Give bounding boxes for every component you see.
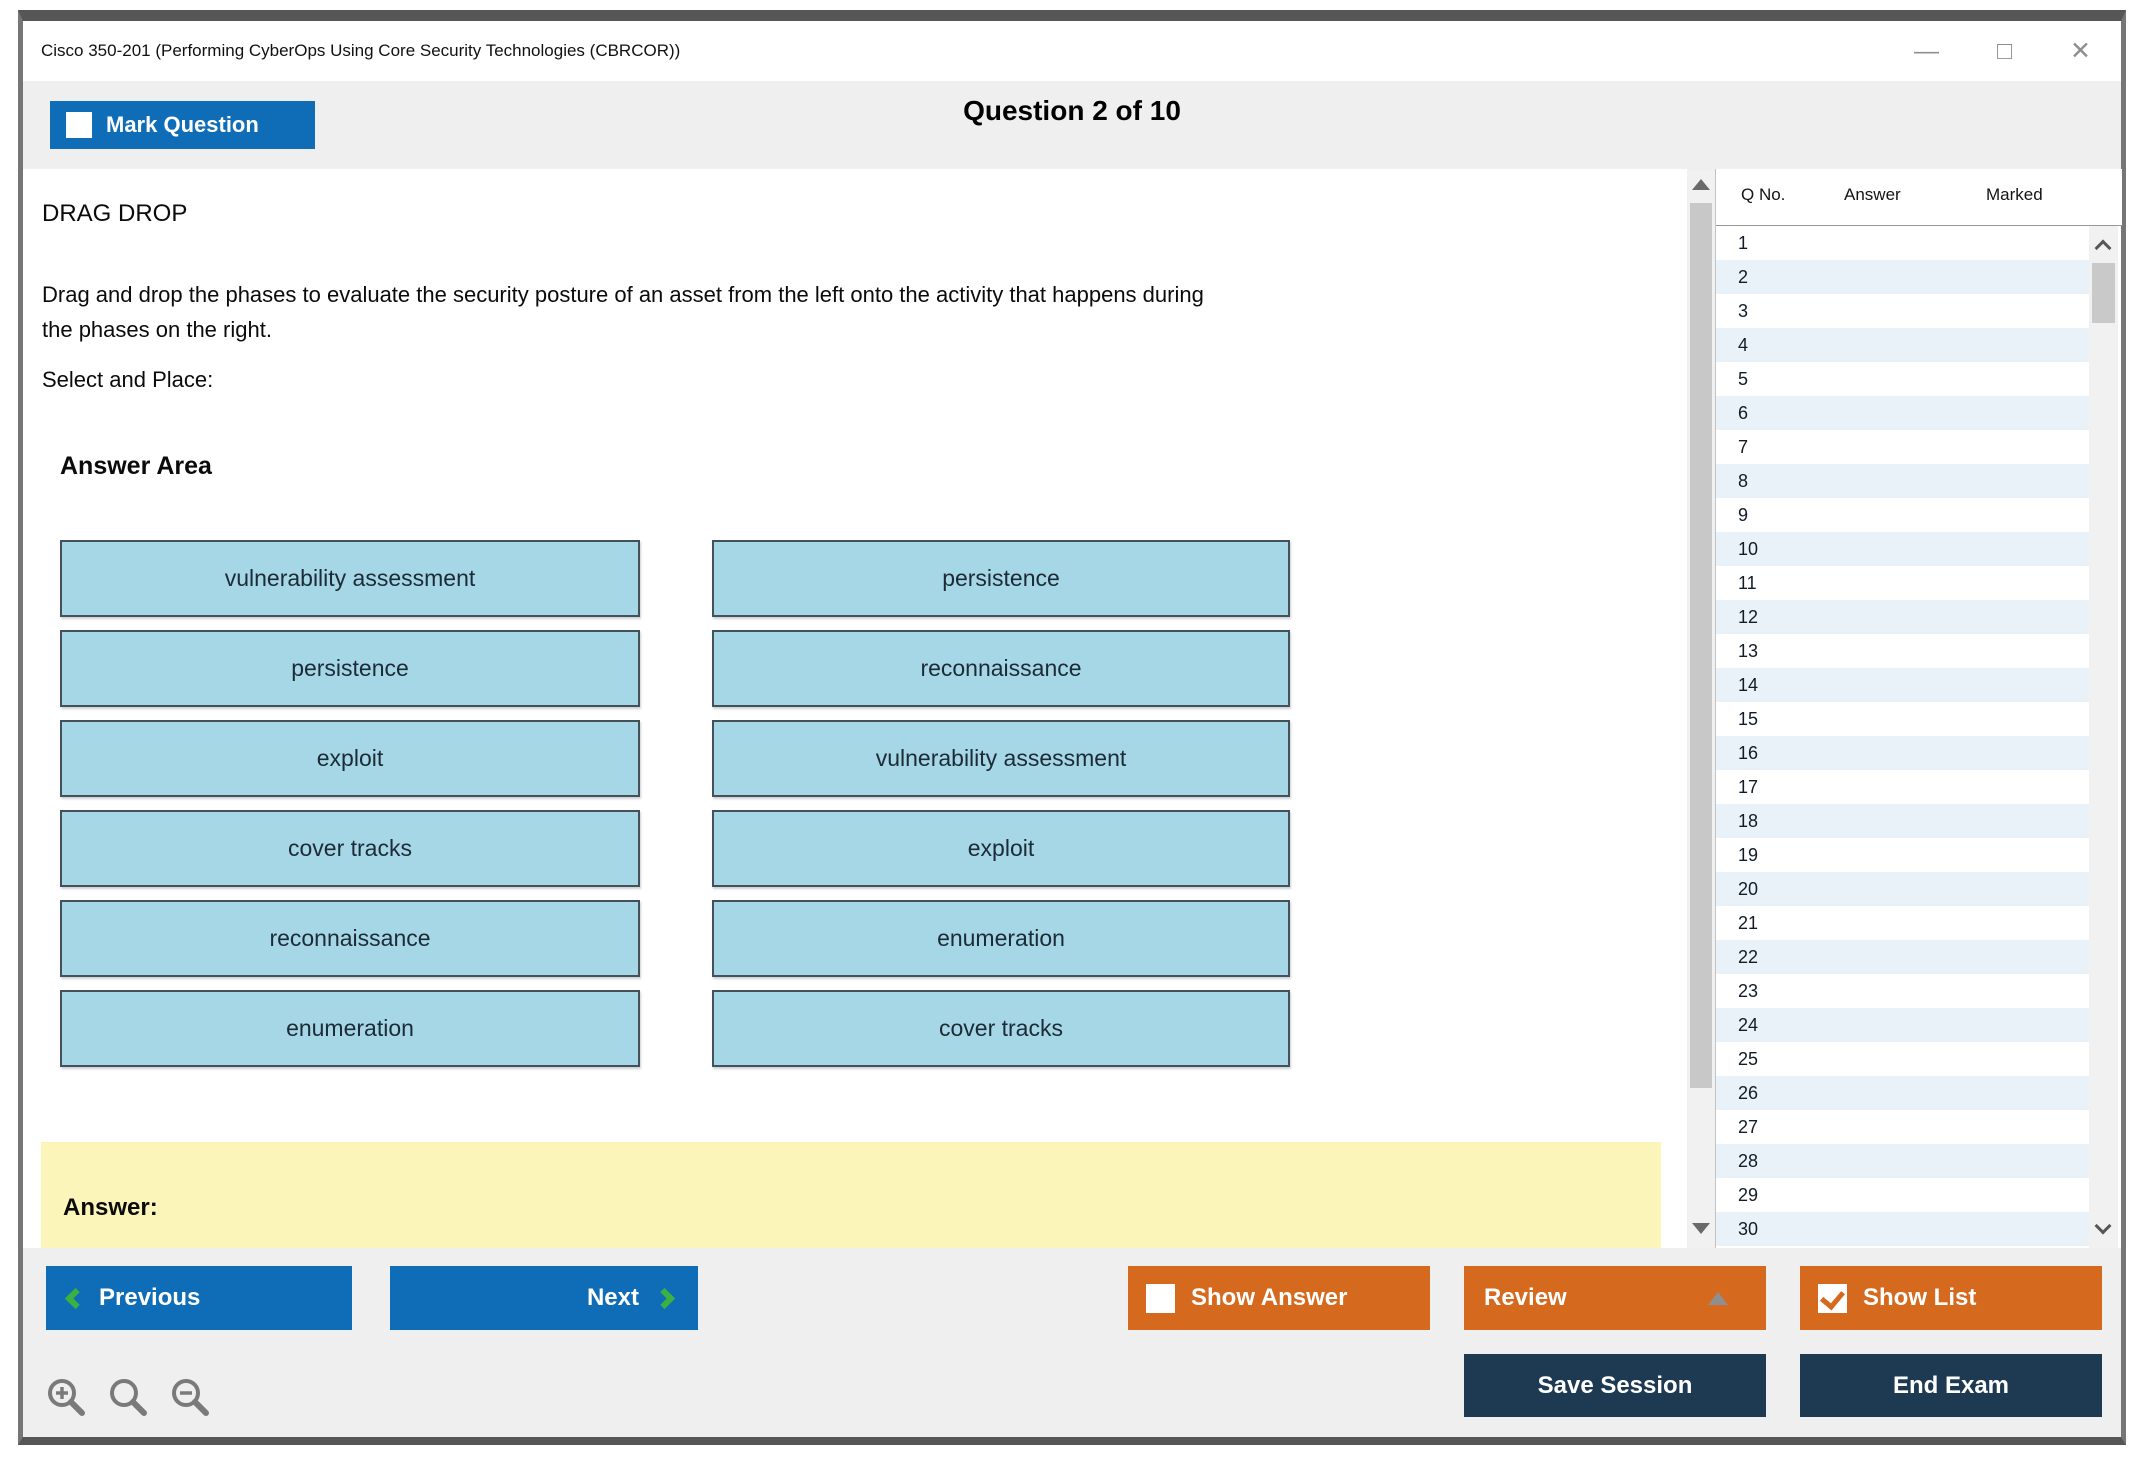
content-scrollbar-thumb[interactable]	[1690, 203, 1712, 1088]
question-row[interactable]: 4	[1716, 328, 2089, 362]
chevron-right-icon	[654, 1287, 675, 1308]
answer-area-label: Answer Area	[60, 452, 212, 481]
question-row[interactable]: 29	[1716, 1178, 2089, 1212]
question-counter: Question 2 of 10	[23, 95, 2121, 127]
question-row[interactable]: 6	[1716, 396, 2089, 430]
drag-item[interactable]: cover tracks	[60, 810, 640, 887]
close-icon[interactable]: ✕	[2070, 36, 2091, 66]
zoom-reset-icon[interactable]	[107, 1376, 151, 1420]
content-scrollbar[interactable]	[1687, 169, 1715, 1248]
drop-target[interactable]: enumeration	[712, 900, 1290, 977]
question-row[interactable]: 2	[1716, 260, 2089, 294]
question-row[interactable]: 28	[1716, 1144, 2089, 1178]
question-row[interactable]: 22	[1716, 940, 2089, 974]
column-answer: Answer	[1844, 185, 1901, 205]
select-and-place-label: Select and Place:	[42, 367, 213, 393]
question-row[interactable]: 13	[1716, 634, 2089, 668]
previous-label: Previous	[99, 1284, 200, 1312]
question-row[interactable]: 7	[1716, 430, 2089, 464]
question-row[interactable]: 21	[1716, 906, 2089, 940]
column-marked: Marked	[1986, 185, 2043, 205]
question-prompt: Drag and drop the phases to evaluate the…	[42, 277, 1232, 347]
question-row[interactable]: 26	[1716, 1076, 2089, 1110]
question-type-label: DRAG DROP	[42, 200, 187, 228]
answer-strip: Answer:	[41, 1142, 1661, 1248]
main-area: DRAG DROP Drag and drop the phases to ev…	[23, 169, 2121, 1248]
zoom-tools	[45, 1376, 213, 1420]
column-qno: Q No.	[1741, 185, 1785, 205]
next-button[interactable]: Next	[390, 1266, 698, 1330]
question-row[interactable]: 1	[1716, 226, 2089, 260]
window-title: Cisco 350-201 (Performing CyberOps Using…	[41, 21, 680, 81]
question-row[interactable]: 25	[1716, 1042, 2089, 1076]
show-answer-checkbox-icon[interactable]	[1146, 1284, 1175, 1313]
question-row[interactable]: 8	[1716, 464, 2089, 498]
question-list-header: Q No. Answer Marked	[1716, 169, 2122, 226]
question-row[interactable]: 14	[1716, 668, 2089, 702]
next-label: Next	[587, 1284, 639, 1312]
show-answer-label: Show Answer	[1191, 1284, 1347, 1312]
question-row[interactable]: 17	[1716, 770, 2089, 804]
question-row[interactable]: 10	[1716, 532, 2089, 566]
question-row[interactable]: 9	[1716, 498, 2089, 532]
drop-targets-column: persistence reconnaissance vulnerability a…	[712, 540, 1290, 1080]
question-row[interactable]: 19	[1716, 838, 2089, 872]
drag-item[interactable]: vulnerability assessment	[60, 540, 640, 617]
question-header: Mark Question Question 2 of 10	[23, 81, 2121, 169]
question-row[interactable]: 30	[1716, 1212, 2089, 1246]
drop-target[interactable]: exploit	[712, 810, 1290, 887]
scroll-up-arrow-icon[interactable]	[1692, 179, 1710, 190]
review-label: Review	[1484, 1284, 1567, 1312]
drag-item[interactable]: exploit	[60, 720, 640, 797]
triangle-up-icon	[1708, 1292, 1728, 1305]
drag-item[interactable]: enumeration	[60, 990, 640, 1067]
scroll-down-arrow-icon[interactable]	[1692, 1223, 1710, 1234]
drag-items-column: vulnerability assessment persistence explo…	[60, 540, 640, 1080]
title-bar: Cisco 350-201 (Performing CyberOps Using…	[23, 21, 2121, 81]
question-row[interactable]: 18	[1716, 804, 2089, 838]
question-list-scrollbar[interactable]	[2089, 226, 2118, 1248]
end-exam-label: End Exam	[1893, 1372, 2009, 1400]
zoom-out-icon[interactable]	[169, 1376, 213, 1420]
window-controls: — □ ✕	[1914, 21, 2091, 81]
question-row[interactable]: 24	[1716, 1008, 2089, 1042]
list-scroll-up-icon[interactable]	[2095, 240, 2112, 257]
question-row[interactable]: 27	[1716, 1110, 2089, 1144]
review-button[interactable]: Review	[1464, 1266, 1766, 1330]
answer-label: Answer:	[63, 1194, 158, 1222]
save-session-button[interactable]: Save Session	[1464, 1354, 1766, 1417]
show-list-button[interactable]: Show List	[1800, 1266, 2102, 1330]
maximize-icon[interactable]: □	[1997, 37, 2012, 66]
show-list-checkbox-icon[interactable]	[1818, 1284, 1847, 1313]
question-row[interactable]: 20	[1716, 872, 2089, 906]
question-row[interactable]: 23	[1716, 974, 2089, 1008]
list-scroll-down-icon[interactable]	[2095, 1218, 2112, 1235]
end-exam-button[interactable]: End Exam	[1800, 1354, 2102, 1417]
list-scrollbar-thumb[interactable]	[2092, 263, 2115, 323]
zoom-in-icon[interactable]	[45, 1376, 89, 1420]
question-row[interactable]: 5	[1716, 362, 2089, 396]
drop-target[interactable]: reconnaissance	[712, 630, 1290, 707]
drop-target[interactable]: persistence	[712, 540, 1290, 617]
question-row[interactable]: 12	[1716, 600, 2089, 634]
question-row[interactable]: 11	[1716, 566, 2089, 600]
previous-button[interactable]: Previous	[46, 1266, 352, 1330]
question-row[interactable]: 15	[1716, 702, 2089, 736]
question-row[interactable]: 3	[1716, 294, 2089, 328]
drop-target[interactable]: vulnerability assessment	[712, 720, 1290, 797]
show-list-label: Show List	[1863, 1284, 1976, 1312]
exam-window: Cisco 350-201 (Performing CyberOps Using…	[18, 10, 2126, 1445]
question-row[interactable]: 16	[1716, 736, 2089, 770]
minimize-icon[interactable]: —	[1914, 37, 1939, 66]
question-list: 1234567891011121314151617181920212223242…	[1716, 226, 2089, 1248]
chevron-left-icon	[65, 1287, 86, 1308]
show-answer-button[interactable]: Show Answer	[1128, 1266, 1430, 1330]
question-list-sidebar: Q No. Answer Marked 12345678910111213141…	[1715, 169, 2121, 1248]
bottom-toolbar: Previous Next Show Answer Review Show Li…	[23, 1248, 2121, 1437]
drag-item[interactable]: reconnaissance	[60, 900, 640, 977]
drag-item[interactable]: persistence	[60, 630, 640, 707]
question-panel: DRAG DROP Drag and drop the phases to ev…	[23, 169, 1687, 1248]
drop-target[interactable]: cover tracks	[712, 990, 1290, 1067]
save-session-label: Save Session	[1538, 1372, 1693, 1400]
